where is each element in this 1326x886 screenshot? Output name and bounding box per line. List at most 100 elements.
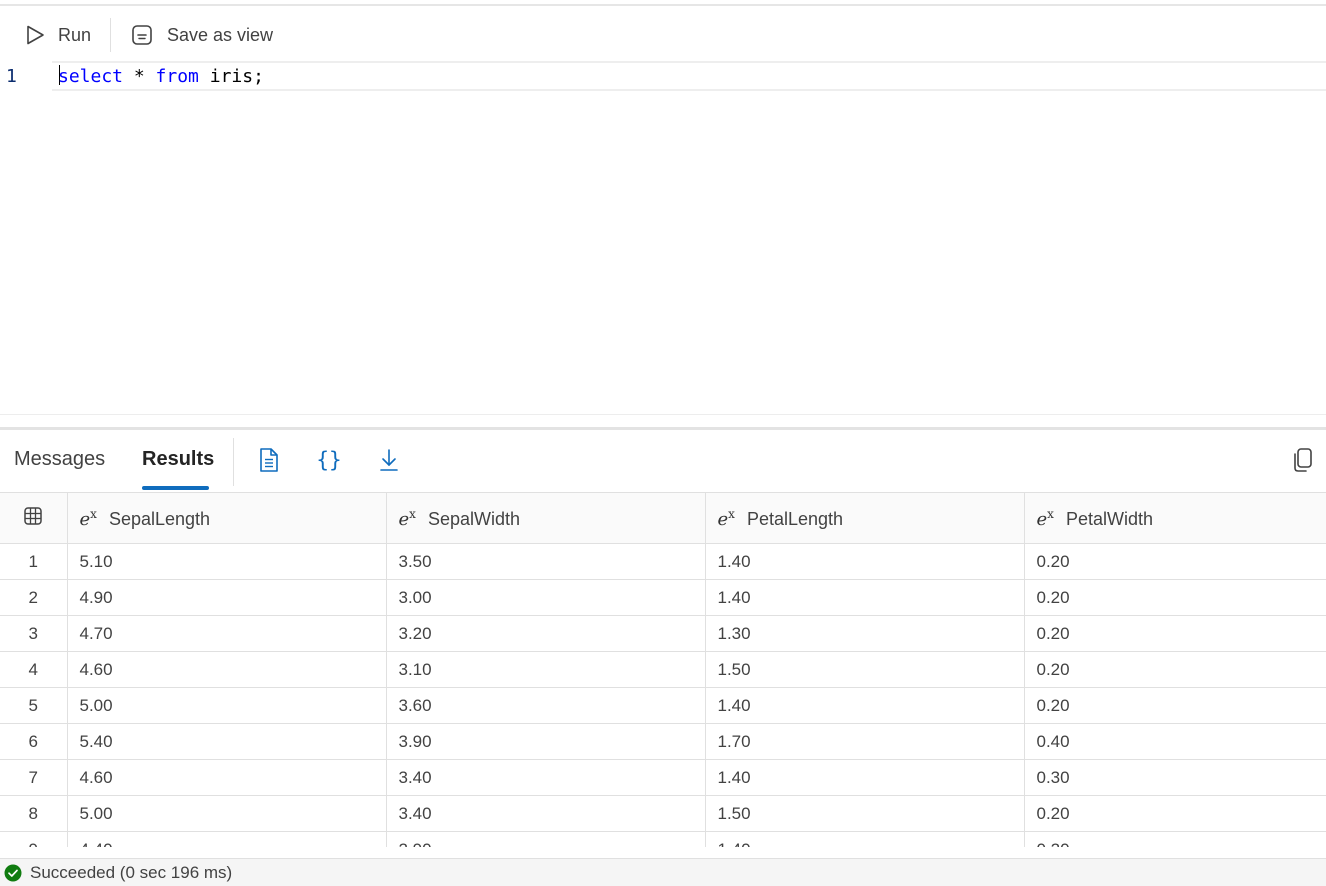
- save-as-view-label: Save as view: [167, 24, 274, 45]
- table-cell[interactable]: 0.20: [1024, 831, 1326, 847]
- table-cell[interactable]: 1.40: [705, 579, 1025, 616]
- table-cell[interactable]: 1.40: [705, 831, 1025, 847]
- table-cell[interactable]: 1.50: [705, 795, 1025, 832]
- table-row[interactable]: 3 4.70 3.20 1.30 0.20: [0, 615, 1326, 652]
- exponent-number-icon: ex: [1036, 506, 1054, 530]
- table-cell[interactable]: 4.40: [67, 831, 387, 847]
- select-all-cell[interactable]: [0, 493, 68, 544]
- tab-divider: [233, 438, 234, 486]
- download-icon: [380, 449, 398, 471]
- editor-bottom-border: [0, 414, 1326, 415]
- table-cell[interactable]: 1.40: [705, 543, 1025, 580]
- row-number-cell[interactable]: 3: [0, 615, 68, 652]
- header-row: ex SepalLength ex SepalWidth ex PetalLength…: [0, 493, 1326, 544]
- table-cell[interactable]: 0.20: [1024, 543, 1326, 580]
- table-row[interactable]: 8 5.00 3.40 1.50 0.20: [0, 795, 1326, 832]
- table-cell[interactable]: 1.50: [705, 651, 1025, 688]
- table-row[interactable]: 7 4.60 3.40 1.40 0.30: [0, 759, 1326, 796]
- column-header-sepalwidth[interactable]: ex SepalWidth: [386, 493, 706, 544]
- table-cell[interactable]: 0.20: [1024, 615, 1326, 652]
- copy-results-button[interactable]: [1290, 446, 1316, 474]
- table-cell[interactable]: 3.50: [386, 543, 706, 580]
- table-cell[interactable]: 4.70: [67, 615, 387, 652]
- table-cell[interactable]: 0.20: [1024, 651, 1326, 688]
- status-bar: Succeeded (0 sec 196 ms): [0, 858, 1326, 886]
- table-cell[interactable]: 3.90: [386, 723, 706, 760]
- table-cell[interactable]: 3.00: [386, 579, 706, 616]
- table-row[interactable]: 6 5.40 3.90 1.70 0.40: [0, 723, 1326, 760]
- table-cell[interactable]: 4.60: [67, 651, 387, 688]
- table-cell[interactable]: 1.40: [705, 759, 1025, 796]
- tab-messages[interactable]: Messages: [14, 448, 105, 471]
- line-number: 1: [6, 66, 17, 87]
- status-text: Succeeded (0 sec 196 ms): [30, 862, 233, 882]
- copy-icon: [1294, 448, 1312, 472]
- table-cell[interactable]: 3.10: [386, 651, 706, 688]
- table-cell[interactable]: 3.60: [386, 687, 706, 724]
- active-code-line[interactable]: select * from iris;: [52, 61, 1326, 91]
- tab-results[interactable]: Results: [142, 448, 214, 471]
- column-header-petallength[interactable]: ex PetalLength: [705, 493, 1025, 544]
- table-cell[interactable]: 4.90: [67, 579, 387, 616]
- table-row[interactable]: 2 4.90 3.00 1.40 0.20: [0, 579, 1326, 616]
- column-header-sepallength[interactable]: ex SepalLength: [67, 493, 387, 544]
- table-row[interactable]: 94.402.901.400.20: [0, 831, 1326, 847]
- table-cell[interactable]: 0.20: [1024, 795, 1326, 832]
- top-border: [0, 4, 1326, 6]
- table-cell[interactable]: 1.30: [705, 615, 1025, 652]
- save-as-view-button[interactable]: Save as view: [131, 16, 273, 54]
- table-cell[interactable]: 4.60: [67, 759, 387, 796]
- query-toolbar: Run Save as view: [0, 16, 1326, 54]
- table-cell[interactable]: 1.40: [705, 687, 1025, 724]
- table-cell[interactable]: 3.40: [386, 795, 706, 832]
- table-row[interactable]: 1 5.10 3.50 1.40 0.20: [0, 543, 1326, 580]
- table-cell[interactable]: 3.20: [386, 615, 706, 652]
- table-cell[interactable]: 1.70: [705, 723, 1025, 760]
- table-cell[interactable]: 0.40: [1024, 723, 1326, 760]
- table-cell[interactable]: 2.90: [386, 831, 706, 847]
- run-button[interactable]: Run: [24, 16, 91, 54]
- table-cell[interactable]: 5.00: [67, 687, 387, 724]
- row-number-cell[interactable]: 2: [0, 579, 68, 616]
- open-as-json-button[interactable]: {}: [316, 446, 342, 474]
- sql-editor[interactable]: 1 select * from iris;: [0, 58, 1326, 414]
- results-tab-bar: Messages Results {}: [0, 432, 1326, 492]
- code-table-name: iris;: [198, 66, 264, 87]
- table-cell[interactable]: 5.40: [67, 723, 387, 760]
- row-number-cell[interactable]: 4: [0, 651, 68, 688]
- keyword-select: select: [58, 66, 124, 87]
- toolbar-divider: [110, 18, 111, 52]
- keyword-from: from: [155, 66, 199, 87]
- run-label: Run: [58, 24, 92, 45]
- table-cell[interactable]: 5.00: [67, 795, 387, 832]
- open-as-text-button[interactable]: [256, 446, 282, 474]
- table-cell[interactable]: 5.10: [67, 543, 387, 580]
- exponent-number-icon: ex: [398, 506, 416, 530]
- pane-resize-handle[interactable]: [0, 427, 1326, 430]
- table-cell[interactable]: 0.20: [1024, 687, 1326, 724]
- download-button[interactable]: [376, 446, 402, 474]
- table-cell[interactable]: 0.30: [1024, 759, 1326, 796]
- table-grid-icon: [24, 506, 42, 525]
- code-text: select * from iris;: [58, 65, 264, 87]
- row-number-cell[interactable]: 7: [0, 759, 68, 796]
- active-tab-indicator: [142, 486, 209, 490]
- table-cell[interactable]: 3.40: [386, 759, 706, 796]
- column-header-petalwidth[interactable]: ex PetalWidth: [1024, 493, 1326, 544]
- table-cell[interactable]: 0.20: [1024, 579, 1326, 616]
- exponent-number-icon: ex: [717, 506, 735, 530]
- results-grid[interactable]: ex SepalLength ex SepalWidth ex PetalLength…: [0, 492, 1326, 847]
- play-icon: [27, 25, 44, 45]
- results-table: ex SepalLength ex SepalWidth ex PetalLength…: [0, 493, 1326, 847]
- check-circle-icon: [4, 864, 22, 881]
- table-row[interactable]: 4 4.60 3.10 1.50 0.20: [0, 651, 1326, 688]
- braces-icon: {}: [316, 448, 342, 472]
- row-number-cell[interactable]: 1: [0, 543, 68, 580]
- table-row[interactable]: 5 5.00 3.60 1.40 0.20: [0, 687, 1326, 724]
- row-number-cell[interactable]: 6: [0, 723, 68, 760]
- row-number-cell[interactable]: 8: [0, 795, 68, 832]
- table-body: 1 5.10 3.50 1.40 0.20 2 4.90 3.00 1.40 0.20 3 4.70 3…: [0, 543, 1326, 847]
- row-number-cell[interactable]: 9: [0, 831, 68, 847]
- save-view-icon: [132, 25, 152, 45]
- row-number-cell[interactable]: 5: [0, 687, 68, 724]
